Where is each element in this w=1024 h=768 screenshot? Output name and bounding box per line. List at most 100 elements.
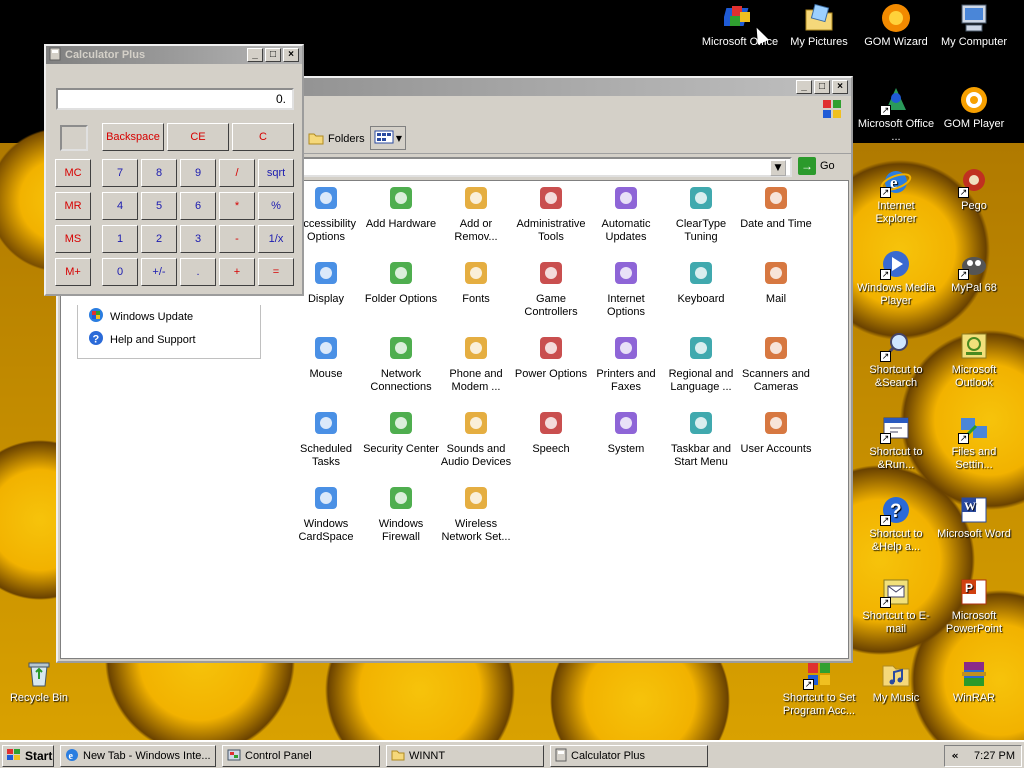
cp-item-printers[interactable]: Printers and Faxes: [588, 332, 664, 394]
cp-item-firewall[interactable]: Windows Firewall: [363, 482, 439, 544]
task-calculator-plus[interactable]: Calculator Plus: [550, 745, 708, 767]
cp-item-phone-modem[interactable]: Phone and Modem ...: [438, 332, 514, 394]
cp-item-keyboard[interactable]: Keyboard: [663, 257, 739, 306]
equals-button[interactable]: =: [258, 258, 294, 286]
calculator-titlebar[interactable]: Calculator Plus _ □ ×: [46, 46, 302, 64]
multiply-button[interactable]: *: [219, 192, 255, 220]
task-winnt[interactable]: WINNT: [386, 745, 544, 767]
sqrt-button[interactable]: sqrt: [258, 159, 294, 187]
calculator-window[interactable]: Calculator Plus _ □ × 0. Backspace CE C …: [44, 44, 304, 296]
desktop-icon-program-access[interactable]: ↗ Shortcut to Set Program Acc...: [778, 658, 860, 718]
desktop-icon-word[interactable]: W Microsoft Word: [935, 494, 1013, 541]
desktop-icon-powerpoint[interactable]: P Microsoft PowerPoint: [935, 576, 1013, 636]
views-button[interactable]: ▼: [370, 126, 406, 150]
add-button[interactable]: +: [219, 258, 255, 286]
minimize-button[interactable]: _: [247, 48, 263, 62]
cp-item-mail[interactable]: Mail: [738, 257, 814, 306]
desktop-icon-run-shortcut[interactable]: ↗ Shortcut to &Run...: [857, 412, 935, 472]
gom-wizard-icon: [880, 2, 912, 34]
desktop-icon-search-shortcut[interactable]: ↗ Shortcut to &Search: [857, 330, 935, 390]
go-button[interactable]: → Go: [798, 157, 835, 175]
digit-6-button[interactable]: 6: [180, 192, 216, 220]
cp-item-taskbar[interactable]: Taskbar and Start Menu: [663, 407, 739, 469]
clock[interactable]: 7:27 PM: [974, 750, 1015, 762]
cp-item-fonts[interactable]: Fonts: [438, 257, 514, 306]
desktop-icon-gom-player[interactable]: GOM Player: [935, 84, 1013, 131]
cp-item-game-controllers[interactable]: Game Controllers: [513, 257, 589, 319]
digit-2-button[interactable]: 2: [141, 225, 177, 253]
desktop-icon-outlook[interactable]: Microsoft Outlook: [935, 330, 1013, 390]
digit-7-button[interactable]: 7: [102, 159, 138, 187]
divide-button[interactable]: /: [219, 159, 255, 187]
digit-8-button[interactable]: 8: [141, 159, 177, 187]
digit-5-button[interactable]: 5: [141, 192, 177, 220]
address-dropdown-icon[interactable]: ▼: [770, 160, 786, 176]
desktop-icon-pego[interactable]: ↗ Pego: [935, 166, 1013, 213]
task-control-panel[interactable]: Control Panel: [222, 745, 380, 767]
maximize-button[interactable]: □: [814, 80, 830, 94]
cp-item-admin-tools[interactable]: Administrative Tools: [513, 182, 589, 244]
memory-store-button[interactable]: MS: [55, 225, 91, 253]
digit-9-button[interactable]: 9: [180, 159, 216, 187]
cp-item-scanners[interactable]: Scanners and Cameras: [738, 332, 814, 394]
desktop-icon-mypal[interactable]: ↗ MyPal 68: [935, 248, 1013, 295]
decimal-button[interactable]: .: [180, 258, 216, 286]
desktop-icon-help-shortcut[interactable]: ? ↗ Shortcut to &Help a...: [857, 494, 935, 554]
close-button[interactable]: ×: [832, 80, 848, 94]
cp-item-scheduled-tasks[interactable]: Scheduled Tasks: [288, 407, 364, 469]
desktop-icon-email-shortcut[interactable]: ↗ Shortcut to E-mail: [857, 576, 935, 636]
start-button[interactable]: Start: [2, 745, 54, 767]
desktop-icon-office-shortcut[interactable]: ↗ Microsoft Office ...: [857, 84, 935, 144]
desktop-icon-my-music[interactable]: My Music: [857, 658, 935, 705]
desktop-icon-files-settings[interactable]: ↗ Files and Settin...: [935, 412, 1013, 472]
maximize-button[interactable]: □: [265, 48, 281, 62]
minimize-button[interactable]: _: [796, 80, 812, 94]
cp-item-folder-options[interactable]: Folder Options: [363, 257, 439, 306]
sign-toggle-button[interactable]: +/-: [141, 258, 177, 286]
cp-item-power[interactable]: Power Options: [513, 332, 589, 381]
cp-item-cleartype[interactable]: ClearType Tuning: [663, 182, 739, 244]
task-internet-explorer[interactable]: e New Tab - Windows Inte...: [60, 745, 216, 767]
desktop-icon-winrar[interactable]: WinRAR: [935, 658, 1013, 705]
clear-button[interactable]: C: [232, 123, 294, 151]
memory-add-button[interactable]: M+: [55, 258, 91, 286]
help-support-link[interactable]: ? Help and Support: [78, 328, 260, 351]
digit-0-button[interactable]: 0: [102, 258, 138, 286]
desktop-icon-internet-explorer[interactable]: e ↗ Internet Explorer: [857, 166, 935, 226]
desktop-icon-windows-media-player[interactable]: ↗ Windows Media Player: [857, 248, 935, 308]
digit-3-button[interactable]: 3: [180, 225, 216, 253]
cp-item-system[interactable]: System: [588, 407, 664, 456]
close-button[interactable]: ×: [283, 48, 299, 62]
digit-1-button[interactable]: 1: [102, 225, 138, 253]
cp-item-add-remove[interactable]: Add or Remov...: [438, 182, 514, 244]
cp-item-date-time[interactable]: Date and Time: [738, 182, 814, 231]
subtract-button[interactable]: -: [219, 225, 255, 253]
cp-item-auto-updates[interactable]: Automatic Updates: [588, 182, 664, 244]
cp-item-add-hardware[interactable]: Add Hardware: [363, 182, 439, 231]
memory-clear-button[interactable]: MC: [55, 159, 91, 187]
cp-item-regional[interactable]: Regional and Language ...: [663, 332, 739, 394]
cp-item-internet-options[interactable]: Internet Options: [588, 257, 664, 319]
cp-item-mouse[interactable]: Mouse: [288, 332, 364, 381]
memory-recall-button[interactable]: MR: [55, 192, 91, 220]
cp-item-network[interactable]: Network Connections: [363, 332, 439, 394]
cp-item-cardspace[interactable]: Windows CardSpace: [288, 482, 364, 544]
windows-update-link[interactable]: Windows Update: [78, 305, 260, 328]
cp-item-sounds[interactable]: Sounds and Audio Devices: [438, 407, 514, 469]
percent-button[interactable]: %: [258, 192, 294, 220]
reciprocal-button[interactable]: 1/x: [258, 225, 294, 253]
folders-button[interactable]: Folders: [308, 128, 365, 150]
digit-4-button[interactable]: 4: [102, 192, 138, 220]
cp-item-security-center[interactable]: Security Center: [363, 407, 439, 456]
clear-entry-button[interactable]: CE: [167, 123, 229, 151]
backspace-button[interactable]: Backspace: [102, 123, 164, 151]
cp-item-speech[interactable]: Speech: [513, 407, 589, 456]
cp-item-wireless[interactable]: Wireless Network Set...: [438, 482, 514, 544]
desktop-icon-my-pictures[interactable]: My Pictures: [780, 2, 858, 49]
desktop-icon-microsoft-office[interactable]: Microsoft Office: [701, 2, 779, 49]
desktop-icon-gom-wizard[interactable]: GOM Wizard: [857, 2, 935, 49]
address-input[interactable]: ▼: [302, 157, 792, 177]
cp-item-user-accounts[interactable]: User Accounts: [738, 407, 814, 456]
desktop-icon-my-computer[interactable]: My Computer: [935, 2, 1013, 49]
desktop-icon-recycle-bin[interactable]: Recycle Bin: [0, 658, 78, 705]
